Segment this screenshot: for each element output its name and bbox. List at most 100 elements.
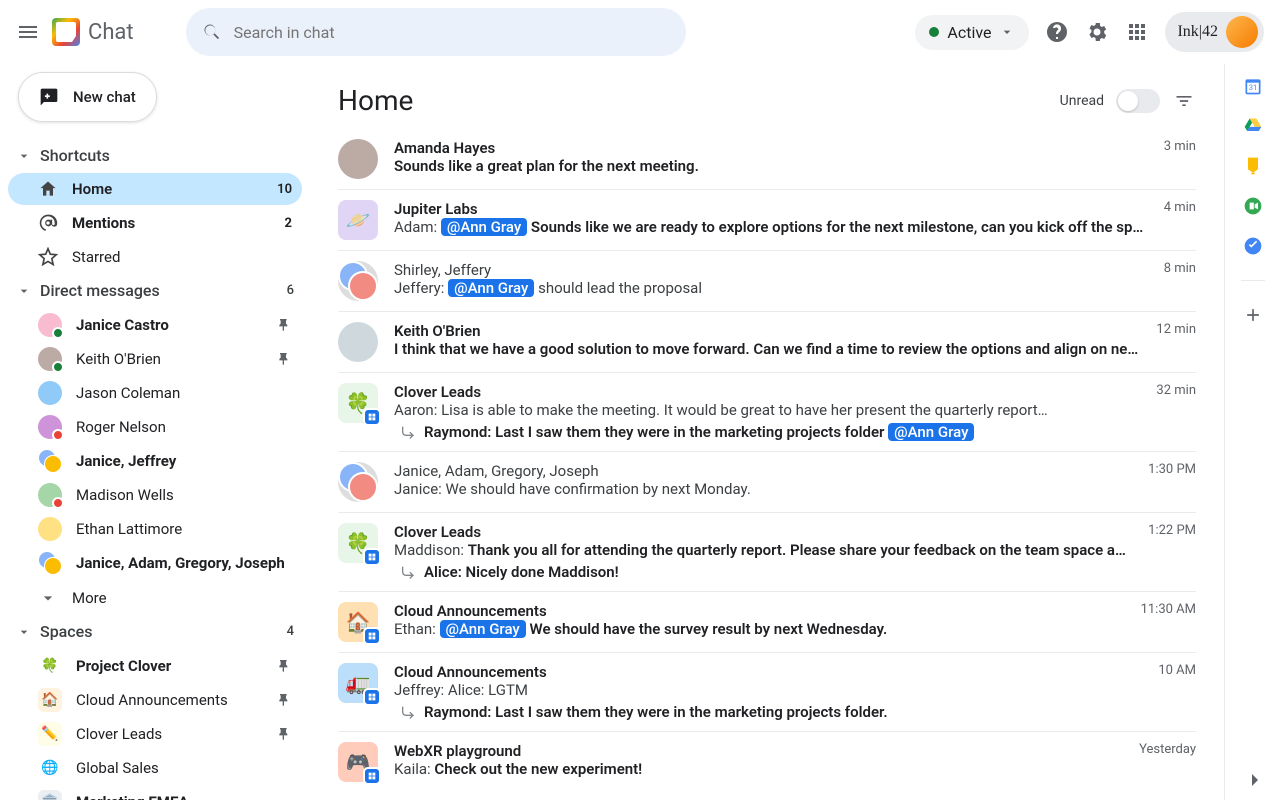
dm-header[interactable]: Direct messages 6 <box>8 275 302 306</box>
group-avatar-icon <box>38 449 62 473</box>
dm-name: Janice, Jeffrey <box>76 452 176 470</box>
status-label: Active <box>947 23 991 42</box>
chevron-down-icon <box>38 588 58 608</box>
feed-body: Ethan: @Ann Gray We should have the surv… <box>394 620 1125 638</box>
avatar-icon <box>38 381 62 405</box>
sidebar-space-item[interactable]: 🏛️Marketing EMEA <box>8 785 302 800</box>
space-icon: 🏛️ <box>38 790 62 800</box>
feed-row[interactable]: Amanda HayesSounds like a great plan for… <box>338 129 1196 190</box>
rail-expand-button[interactable] <box>1243 768 1263 788</box>
feed-row[interactable]: Keith O'BrienI think that we have a good… <box>338 312 1196 373</box>
group-avatar-icon <box>338 261 378 301</box>
feed-row[interactable]: Shirley, JefferyJeffery: @Ann Gray shoul… <box>338 251 1196 312</box>
help-button[interactable] <box>1045 20 1069 44</box>
feed-name: WebXR playground <box>394 742 1123 760</box>
rail-tasks-icon[interactable] <box>1243 236 1263 256</box>
rail-addons-button[interactable] <box>1243 305 1263 325</box>
sidebar-item-more[interactable]: More <box>8 582 302 614</box>
dm-name: Roger Nelson <box>76 418 166 436</box>
search-input[interactable] <box>234 23 670 42</box>
feed-row[interactable]: 🍀Clover LeadsMaddison: Thank you all for… <box>338 513 1196 592</box>
sidebar-dm-item[interactable]: Janice, Jeffrey <box>8 444 302 478</box>
filter-button[interactable] <box>1172 89 1196 113</box>
pin-icon <box>276 351 292 367</box>
mention-chip[interactable]: @Ann Gray <box>440 620 526 638</box>
space-icon: 🏠 <box>38 688 62 712</box>
rail-keep-icon[interactable] <box>1243 156 1263 176</box>
rail-drive-icon[interactable] <box>1243 116 1263 136</box>
rail-separator <box>1241 280 1265 281</box>
feed-time: 10 AM <box>1158 663 1196 721</box>
sidebar-dm-item[interactable]: Roger Nelson <box>8 410 302 444</box>
dm-name: Janice, Adam, Gregory, Joseph <box>76 554 285 572</box>
feed-row[interactable]: 🎮WebXR playgroundKaila: Check out the ne… <box>338 732 1196 792</box>
mention-chip[interactable]: @Ann Gray <box>448 279 534 297</box>
space-avatar-icon: 🍀 <box>338 523 378 563</box>
status-chip[interactable]: Active <box>915 15 1029 50</box>
space-icon: ✏️ <box>38 722 62 746</box>
spaces-header[interactable]: Spaces 4 <box>8 616 302 647</box>
app-logo[interactable]: Chat <box>52 18 134 46</box>
apps-button[interactable] <box>1125 20 1149 44</box>
feed-time: 8 min <box>1164 261 1196 301</box>
feed: Amanda HayesSounds like a great plan for… <box>310 129 1224 800</box>
dm-name: Jason Coleman <box>76 384 180 402</box>
shortcuts-header[interactable]: Shortcuts <box>8 140 302 171</box>
sidebar-space-item[interactable]: 🌐Global Sales <box>8 751 302 785</box>
mentions-label: Mentions <box>72 214 135 232</box>
status-dot-icon <box>929 27 939 37</box>
feed-name: Cloud Announcements <box>394 663 1142 681</box>
sidebar-space-item[interactable]: ✏️Clover Leads <box>8 717 302 751</box>
new-chat-label: New chat <box>73 88 136 106</box>
feed-row[interactable]: 🪐Jupiter LabsAdam: @Ann Gray Sounds like… <box>338 190 1196 251</box>
new-chat-icon <box>39 87 59 107</box>
sidebar-space-item[interactable]: 🍀Project Clover <box>8 649 302 683</box>
feed-row[interactable]: 🚛Cloud AnnouncementsJeffrey: Alice: LGTM… <box>338 653 1196 732</box>
feed-row[interactable]: 🏠Cloud AnnouncementsEthan: @Ann Gray We … <box>338 592 1196 653</box>
main-menu-icon[interactable] <box>16 20 40 44</box>
rail-calendar-icon[interactable]: 31 <box>1243 76 1263 96</box>
dm-name: Janice Castro <box>76 316 169 334</box>
feed-body: Janice: We should have confirmation by n… <box>394 480 1132 498</box>
new-chat-button[interactable]: New chat <box>18 72 157 122</box>
sidebar-space-item[interactable]: 🏠Cloud Announcements <box>8 683 302 717</box>
feed-body: Jeffery: @Ann Gray should lead the propo… <box>394 279 1148 297</box>
feed-body: I think that we have a good solution to … <box>394 340 1140 358</box>
feed-time: 1:30 PM <box>1148 462 1196 502</box>
feed-row[interactable]: 🍀Clover LeadsAaron: Lisa is able to make… <box>338 373 1196 452</box>
mention-chip[interactable]: @Ann Gray <box>888 423 974 441</box>
sidebar: New chat Shortcuts Home 10 Mentions 2 St… <box>0 64 310 800</box>
sidebar-dm-item[interactable]: Jason Coleman <box>8 376 302 410</box>
sidebar-dm-item[interactable]: Ethan Lattimore <box>8 512 302 546</box>
chat-logo-icon <box>52 18 80 46</box>
group-avatar-icon <box>38 551 62 575</box>
pin-icon <box>276 692 292 708</box>
sidebar-item-starred[interactable]: Starred <box>8 241 302 273</box>
reply-text: Alice: Nicely done Maddison! <box>424 563 619 581</box>
reply-arrow-icon <box>400 704 416 720</box>
reply-line: Raymond: Last I saw them they were in th… <box>394 423 1140 441</box>
mention-chip[interactable]: @Ann Gray <box>441 218 527 236</box>
avatar-icon <box>38 517 62 541</box>
sidebar-dm-item[interactable]: Janice Castro <box>8 308 302 342</box>
avatar-icon <box>338 139 378 179</box>
settings-button[interactable] <box>1085 20 1109 44</box>
app-name: Chat <box>88 20 134 45</box>
sidebar-dm-item[interactable]: Janice, Adam, Gregory, Joseph <box>8 546 302 580</box>
page-title: Home <box>338 84 413 117</box>
more-label: More <box>72 589 107 607</box>
space-avatar-icon: 🏠 <box>338 602 378 642</box>
search-box[interactable] <box>186 8 686 56</box>
sidebar-dm-item[interactable]: Madison Wells <box>8 478 302 512</box>
space-avatar-icon: 🎮 <box>338 742 378 782</box>
account-chip[interactable]: Ink|42 <box>1165 12 1264 52</box>
sidebar-item-mentions[interactable]: Mentions 2 <box>8 207 302 239</box>
space-badge-icon <box>363 627 381 645</box>
unread-toggle[interactable] <box>1116 89 1160 113</box>
spaces-count: 4 <box>287 624 294 639</box>
sidebar-dm-item[interactable]: Keith O'Brien <box>8 342 302 376</box>
feed-row[interactable]: Janice, Adam, Gregory, JosephJanice: We … <box>338 452 1196 513</box>
rail-meet-icon[interactable] <box>1243 196 1263 216</box>
feed-time: 12 min <box>1156 322 1196 362</box>
sidebar-item-home[interactable]: Home 10 <box>8 173 302 205</box>
